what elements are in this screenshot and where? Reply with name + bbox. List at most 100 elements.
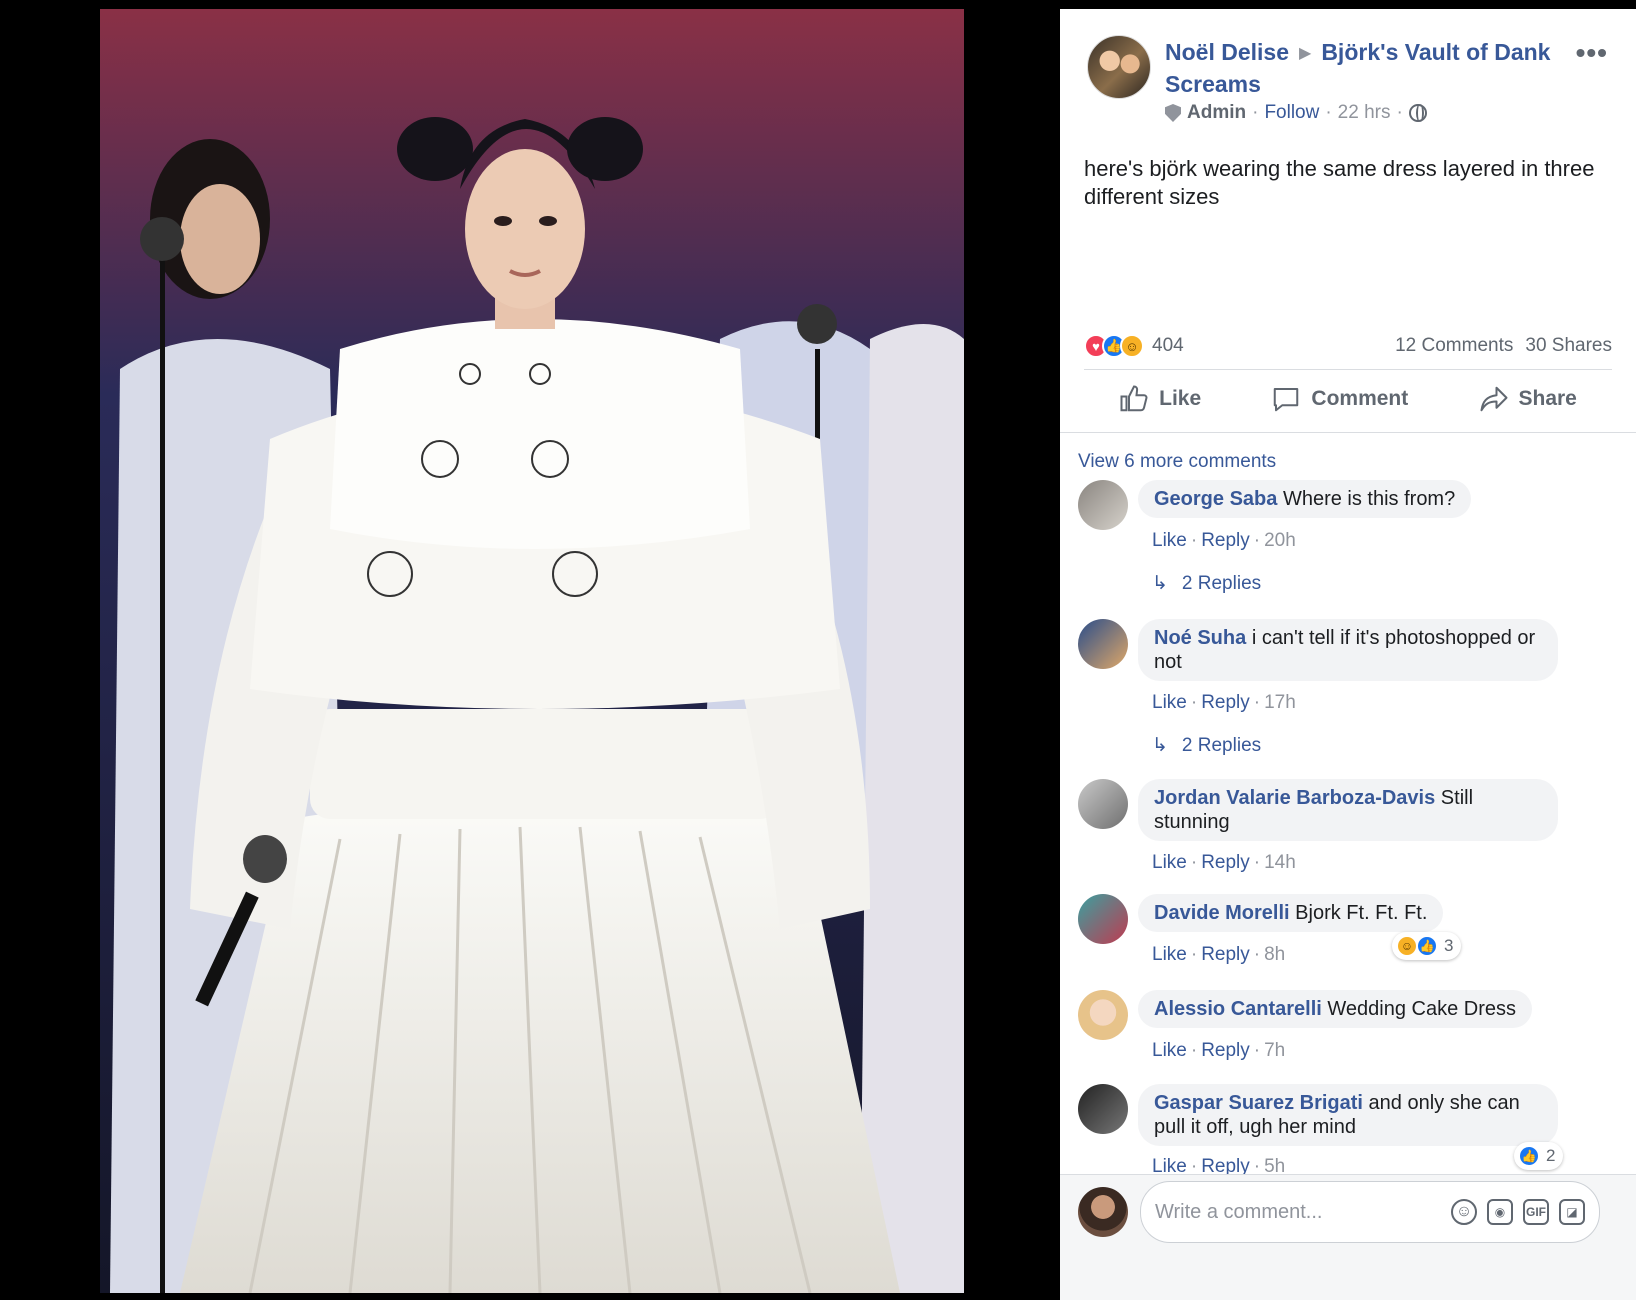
comment-actions: Like · Reply · 20h <box>1152 530 1296 551</box>
comment-actions: Like · Reply · 8h <box>1152 944 1286 965</box>
comment-time[interactable]: 7h <box>1264 1040 1285 1061</box>
comment-actions: Like · Reply · 5h <box>1152 1156 1285 1174</box>
author-avatar[interactable] <box>1087 35 1151 99</box>
like-icon: 👍 <box>1518 1145 1540 1167</box>
comment-like-link[interactable]: Like <box>1152 1040 1187 1061</box>
post-text: here's björk wearing the same dress laye… <box>1084 156 1595 209</box>
comment-bubble: Noé Suha i can't tell if it's photoshopp… <box>1138 619 1558 681</box>
comment-like-link[interactable]: Like <box>1152 530 1187 551</box>
comment-text: Wedding Cake Dress <box>1327 998 1517 1020</box>
comment-actions: Like · Reply · 17h <box>1152 692 1296 713</box>
share-button[interactable]: Share <box>1479 384 1577 414</box>
comment-bubble: George Saba Where is this from? <box>1138 480 1472 518</box>
author-name[interactable]: Noël Delise <box>1165 39 1289 65</box>
shares-count[interactable]: 30 Shares <box>1525 335 1612 357</box>
haha-icon: ☺ <box>1396 935 1418 957</box>
reactions-summary: ♥ 👍 ☺ 404 12 Comments 30 Shares <box>1084 329 1612 363</box>
post-side-panel: Noël Delise ▶ Björk's Vault of Dank Scream… <box>1060 9 1636 1300</box>
comment-reply-link[interactable]: Reply <box>1201 530 1250 551</box>
comment-like-link[interactable]: Like <box>1152 944 1187 965</box>
comment-composer: ☺ ◉ GIF ◪ <box>1060 1174 1636 1300</box>
commenter-avatar[interactable] <box>1078 990 1128 1040</box>
globe-icon <box>1408 104 1427 122</box>
view-replies-link[interactable]: ↳ 2 Replies <box>1152 572 1261 595</box>
comment-time[interactable]: 5h <box>1264 1156 1285 1174</box>
comment-button[interactable]: Comment <box>1271 384 1408 414</box>
photo-viewer <box>0 0 1060 1300</box>
comment-time[interactable]: 8h <box>1264 944 1285 965</box>
shield-icon <box>1165 104 1181 122</box>
commenter-avatar[interactable] <box>1078 779 1128 829</box>
comments-count[interactable]: 12 Comments <box>1395 335 1513 357</box>
view-replies-link[interactable]: ↳ 2 Replies <box>1152 734 1261 757</box>
comments-section[interactable]: View 6 more comments George Saba Where i… <box>1060 432 1636 1174</box>
commenter-name[interactable]: Alessio Cantarelli <box>1154 998 1322 1020</box>
comment-time[interactable]: 20h <box>1264 530 1296 551</box>
commenter-name[interactable]: Jordan Valarie Barboza-Davis <box>1154 787 1435 809</box>
post-actions: Like Comment Share <box>1084 371 1612 427</box>
post-photo[interactable] <box>100 9 964 1293</box>
comment-bubble: Gaspar Suarez Brigati and only she can p… <box>1138 1084 1558 1146</box>
comment-reply-link[interactable]: Reply <box>1201 1040 1250 1061</box>
like-label: Like <box>1159 387 1202 410</box>
commenter-avatar[interactable] <box>1078 1084 1128 1134</box>
comment-text: Where is this from? <box>1282 488 1456 510</box>
commenter-avatar[interactable] <box>1078 480 1128 530</box>
comment-reply-link[interactable]: Reply <box>1201 852 1250 873</box>
comment-reaction-count: 2 <box>1546 1146 1556 1165</box>
commenter-name[interactable]: Noé Suha <box>1154 627 1246 649</box>
reaction-count[interactable]: 404 <box>1152 335 1184 357</box>
view-more-comments-link[interactable]: View 6 more comments <box>1078 451 1276 473</box>
haha-icon[interactable]: ☺ <box>1120 334 1144 358</box>
current-user-avatar[interactable] <box>1078 1187 1128 1237</box>
author-line: Noël Delise ▶ Björk's Vault of Dank Scream… <box>1165 37 1565 99</box>
post-time[interactable]: 22 hrs <box>1338 100 1391 126</box>
comment-label: Comment <box>1311 387 1409 410</box>
emoji-icon[interactable]: ☺ <box>1451 1199 1477 1225</box>
divider <box>1084 369 1612 370</box>
commenter-avatar[interactable] <box>1078 894 1128 944</box>
comment-reply-link[interactable]: Reply <box>1201 692 1250 713</box>
more-options-icon[interactable]: ••• <box>1576 37 1608 69</box>
comment-item: Gaspar Suarez Brigati and only she can p… <box>1078 1084 1618 1174</box>
follow-link[interactable]: Follow <box>1264 100 1319 126</box>
comment-time[interactable]: 17h <box>1264 692 1296 713</box>
arrow-right-icon: ▶ <box>1299 45 1312 62</box>
gif-icon[interactable]: GIF <box>1523 1199 1549 1225</box>
share-label: Share <box>1518 387 1577 410</box>
replies-count: 2 Replies <box>1181 572 1262 594</box>
comment-item: George Saba Where is this from? Like · Rep… <box>1078 480 1618 620</box>
camera-icon[interactable]: ◉ <box>1487 1199 1513 1225</box>
reply-arrow-icon: ↳ <box>1152 573 1168 594</box>
meta-separator: · <box>1325 102 1332 123</box>
comment-reactions-badge[interactable]: ☺ 👍 3 <box>1392 932 1462 960</box>
comment-reply-link[interactable]: Reply <box>1201 944 1250 965</box>
meta-separator: · <box>1396 102 1403 123</box>
sticker-icon[interactable]: ◪ <box>1559 1199 1585 1225</box>
comment-like-link[interactable]: Like <box>1152 692 1187 713</box>
comment-reply-link[interactable]: Reply <box>1201 1156 1250 1174</box>
comment-item: Davide Morelli Bjork Ft. Ft. Ft. Like · Re… <box>1078 894 1618 984</box>
comment-item: Alessio Cantarelli Wedding Cake Dress Li… <box>1078 990 1618 1080</box>
post-header: Noël Delise ▶ Björk's Vault of Dank Scream… <box>1060 9 1636 159</box>
comment-reaction-count: 3 <box>1444 936 1454 955</box>
comment-like-link[interactable]: Like <box>1152 1156 1187 1174</box>
comment-item: Noé Suha i can't tell if it's photoshopp… <box>1078 619 1618 769</box>
post-meta: Admin · Follow · 22 hrs · <box>1165 100 1427 126</box>
meta-separator: · <box>1252 102 1259 123</box>
commenter-avatar[interactable] <box>1078 619 1128 669</box>
commenter-name[interactable]: Davide Morelli <box>1154 902 1290 924</box>
comment-input[interactable] <box>1155 1200 1441 1224</box>
like-button[interactable]: Like <box>1119 384 1201 414</box>
comment-input-box[interactable]: ☺ ◉ GIF ◪ <box>1140 1181 1600 1243</box>
comment-like-link[interactable]: Like <box>1152 852 1187 873</box>
thumbs-up-icon <box>1120 385 1148 412</box>
comment-actions: Like · Reply · 14h <box>1152 852 1296 873</box>
like-icon: 👍 <box>1416 935 1438 957</box>
commenter-name[interactable]: George Saba <box>1154 488 1277 510</box>
comment-time[interactable]: 14h <box>1264 852 1296 873</box>
commenter-name[interactable]: Gaspar Suarez Brigati <box>1154 1092 1363 1114</box>
comment-reactions-badge[interactable]: 👍 2 <box>1514 1142 1564 1170</box>
comment-item: Jordan Valarie Barboza-Davis Still stunn… <box>1078 779 1618 889</box>
comment-icon <box>1274 388 1299 412</box>
